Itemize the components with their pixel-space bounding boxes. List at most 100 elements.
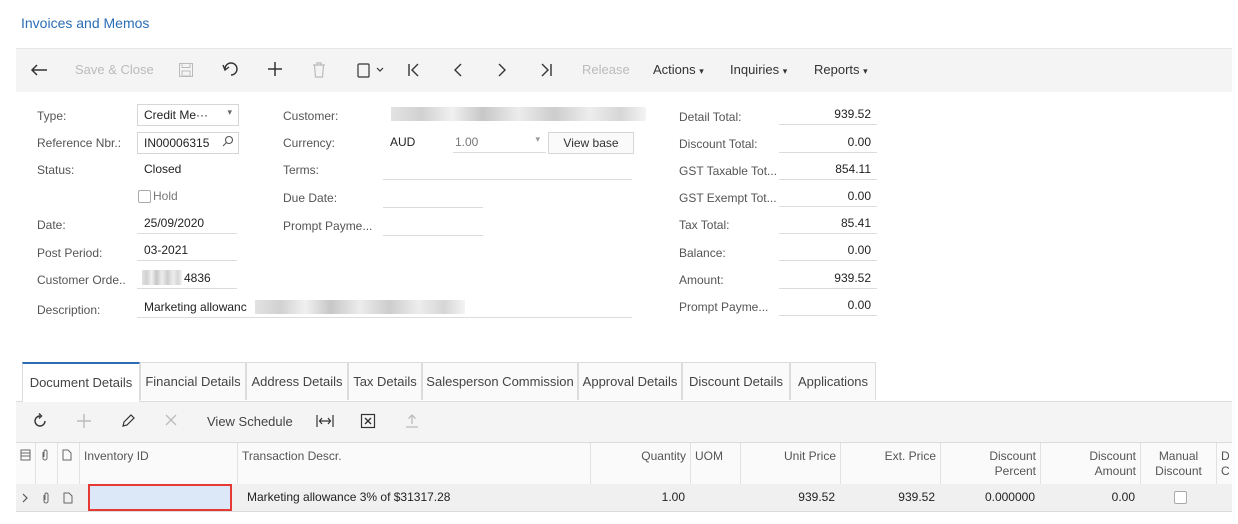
currency-rate-select[interactable]: 1.00 ▾ — [453, 132, 546, 153]
fit-columns-icon[interactable] — [316, 414, 334, 431]
customer-input[interactable] — [383, 104, 653, 124]
grid-toolbar: View Schedule — [16, 402, 1232, 442]
release-button[interactable]: Release — [582, 62, 630, 77]
type-select[interactable]: Credit Me··· ▾ — [137, 104, 239, 126]
date-value: 25/09/2020 — [144, 216, 205, 230]
uom-cell[interactable] — [691, 484, 741, 511]
tab-document-details[interactable]: Document Details — [22, 362, 140, 402]
reports-menu[interactable]: Reports ▾ — [814, 62, 868, 77]
quantity-cell[interactable]: 1.00 — [591, 484, 691, 511]
tax-total-label: Tax Total: — [679, 218, 730, 232]
column-discount-percent[interactable]: Discount Percent — [941, 443, 1041, 485]
reference-nbr-input[interactable]: IN00006315 — [137, 132, 239, 154]
tab-applications[interactable]: Applications — [790, 362, 876, 400]
gst-taxable-value: 854.11 — [835, 162, 871, 176]
detail-total-value: 939.52 — [834, 107, 871, 121]
detail-total-field: 939.52 — [779, 104, 877, 125]
column-manual-discount[interactable]: Manual Discount — [1141, 443, 1217, 485]
post-period-label: Post Period: — [37, 246, 103, 260]
balance-field: 0.00 — [779, 240, 877, 261]
inquiries-label: Inquiries — [730, 62, 780, 77]
terms-input[interactable] — [383, 159, 632, 180]
prompt-payment-total-field: 0.00 — [779, 295, 877, 316]
customer-order-input[interactable]: 4836 — [137, 268, 237, 289]
upload-icon[interactable] — [404, 413, 420, 432]
view-schedule-button[interactable]: View Schedule — [207, 414, 293, 429]
post-period-value: 03-2021 — [144, 243, 189, 257]
delete-icon[interactable] — [312, 62, 326, 78]
prompt-payment-date-input[interactable] — [383, 215, 483, 236]
search-icon[interactable] — [222, 135, 234, 150]
first-record-icon[interactable] — [406, 62, 422, 78]
previous-record-icon[interactable] — [451, 62, 465, 78]
delete-row-icon[interactable] — [164, 413, 178, 430]
description-label: Description: — [37, 303, 101, 317]
tab-approval-details[interactable]: Approval Details — [578, 362, 682, 400]
tax-total-value: 85.41 — [840, 216, 871, 230]
redacted-block — [142, 270, 182, 285]
add-icon[interactable] — [266, 60, 284, 78]
clipboard-icon[interactable] — [356, 62, 386, 78]
gst-exempt-field: 0.00 — [779, 186, 877, 207]
date-input[interactable]: 25/09/2020 — [137, 213, 237, 234]
amount-label: Amount: — [679, 273, 724, 287]
redacted-block — [255, 300, 465, 314]
terms-label: Terms: — [283, 163, 319, 177]
back-arrow-icon[interactable] — [30, 63, 48, 77]
edit-pencil-icon[interactable] — [120, 413, 136, 432]
prompt-payment-date-label: Prompt Payme... — [283, 219, 373, 233]
discount-amount-cell[interactable]: 0.00 — [1041, 484, 1141, 511]
tab-salesperson-commission[interactable]: Salesperson Commission — [422, 362, 578, 400]
column-uom[interactable]: UOM — [691, 443, 741, 485]
save-close-button[interactable]: Save & Close — [75, 62, 154, 77]
type-label: Type: — [37, 109, 67, 123]
customer-label: Customer: — [283, 109, 339, 123]
due-date-input[interactable] — [383, 187, 483, 208]
discount-percent-cell[interactable]: 0.000000 — [941, 484, 1041, 511]
actions-menu[interactable]: Actions ▾ — [653, 62, 704, 77]
view-base-button[interactable]: View base — [548, 132, 634, 154]
tab-financial-details[interactable]: Financial Details — [140, 362, 246, 400]
tab-address-details[interactable]: Address Details — [246, 362, 348, 400]
transaction-descr-cell[interactable]: Marketing allowance 3% of $31317.28 — [241, 484, 591, 511]
description-input[interactable]: Marketing allowanc — [137, 297, 632, 318]
last-record-icon[interactable] — [538, 62, 554, 78]
column-unit-price[interactable]: Unit Price — [741, 443, 841, 485]
unit-price-cell[interactable]: 939.52 — [741, 484, 841, 511]
tab-tax-details[interactable]: Tax Details — [348, 362, 422, 400]
post-period-input[interactable]: 03-2021 — [137, 240, 237, 261]
amount-field: 939.52 — [779, 268, 877, 289]
refresh-icon[interactable] — [32, 413, 48, 432]
column-ext-price[interactable]: Ext. Price — [841, 443, 941, 485]
inquiries-menu[interactable]: Inquiries ▾ — [730, 62, 787, 77]
undo-icon[interactable] — [222, 62, 240, 78]
table-row[interactable]: Marketing allowance 3% of $31317.28 1.00… — [16, 484, 1232, 512]
currency-label: Currency: — [283, 136, 336, 150]
attachment-icon[interactable] — [36, 484, 58, 511]
inventory-id-cell[interactable] — [88, 484, 232, 511]
column-truncated[interactable]: D C — [1217, 443, 1232, 485]
customer-order-value: 4836 — [184, 271, 211, 285]
save-icon[interactable] — [178, 62, 194, 78]
redacted-block — [391, 107, 646, 121]
export-excel-icon[interactable] — [360, 413, 376, 432]
add-row-icon[interactable] — [76, 413, 92, 432]
row-expand-icon[interactable] — [16, 484, 36, 511]
column-discount-amount[interactable]: Discount Amount — [1041, 443, 1141, 485]
gst-exempt-value: 0.00 — [847, 189, 871, 203]
date-label: Date: — [37, 218, 66, 232]
column-transaction-descr[interactable]: Transaction Descr. — [238, 443, 591, 485]
reference-nbr-label: Reference Nbr.: — [37, 136, 122, 150]
manual-discount-checkbox[interactable] — [1174, 491, 1187, 504]
column-quantity[interactable]: Quantity — [591, 443, 691, 485]
hold-checkbox[interactable] — [138, 190, 151, 203]
discount-total-label: Discount Total: — [679, 137, 758, 151]
chevron-down-icon: ▾ — [863, 66, 868, 76]
ext-price-cell[interactable]: 939.52 — [841, 484, 941, 511]
next-record-icon[interactable] — [495, 62, 509, 78]
column-inventory-id[interactable]: Inventory ID — [80, 443, 238, 485]
gst-exempt-label: GST Exempt Tot... — [679, 191, 777, 205]
note-icon[interactable] — [58, 484, 80, 511]
tab-discount-details[interactable]: Discount Details — [682, 362, 790, 400]
detail-total-label: Detail Total: — [679, 110, 742, 124]
